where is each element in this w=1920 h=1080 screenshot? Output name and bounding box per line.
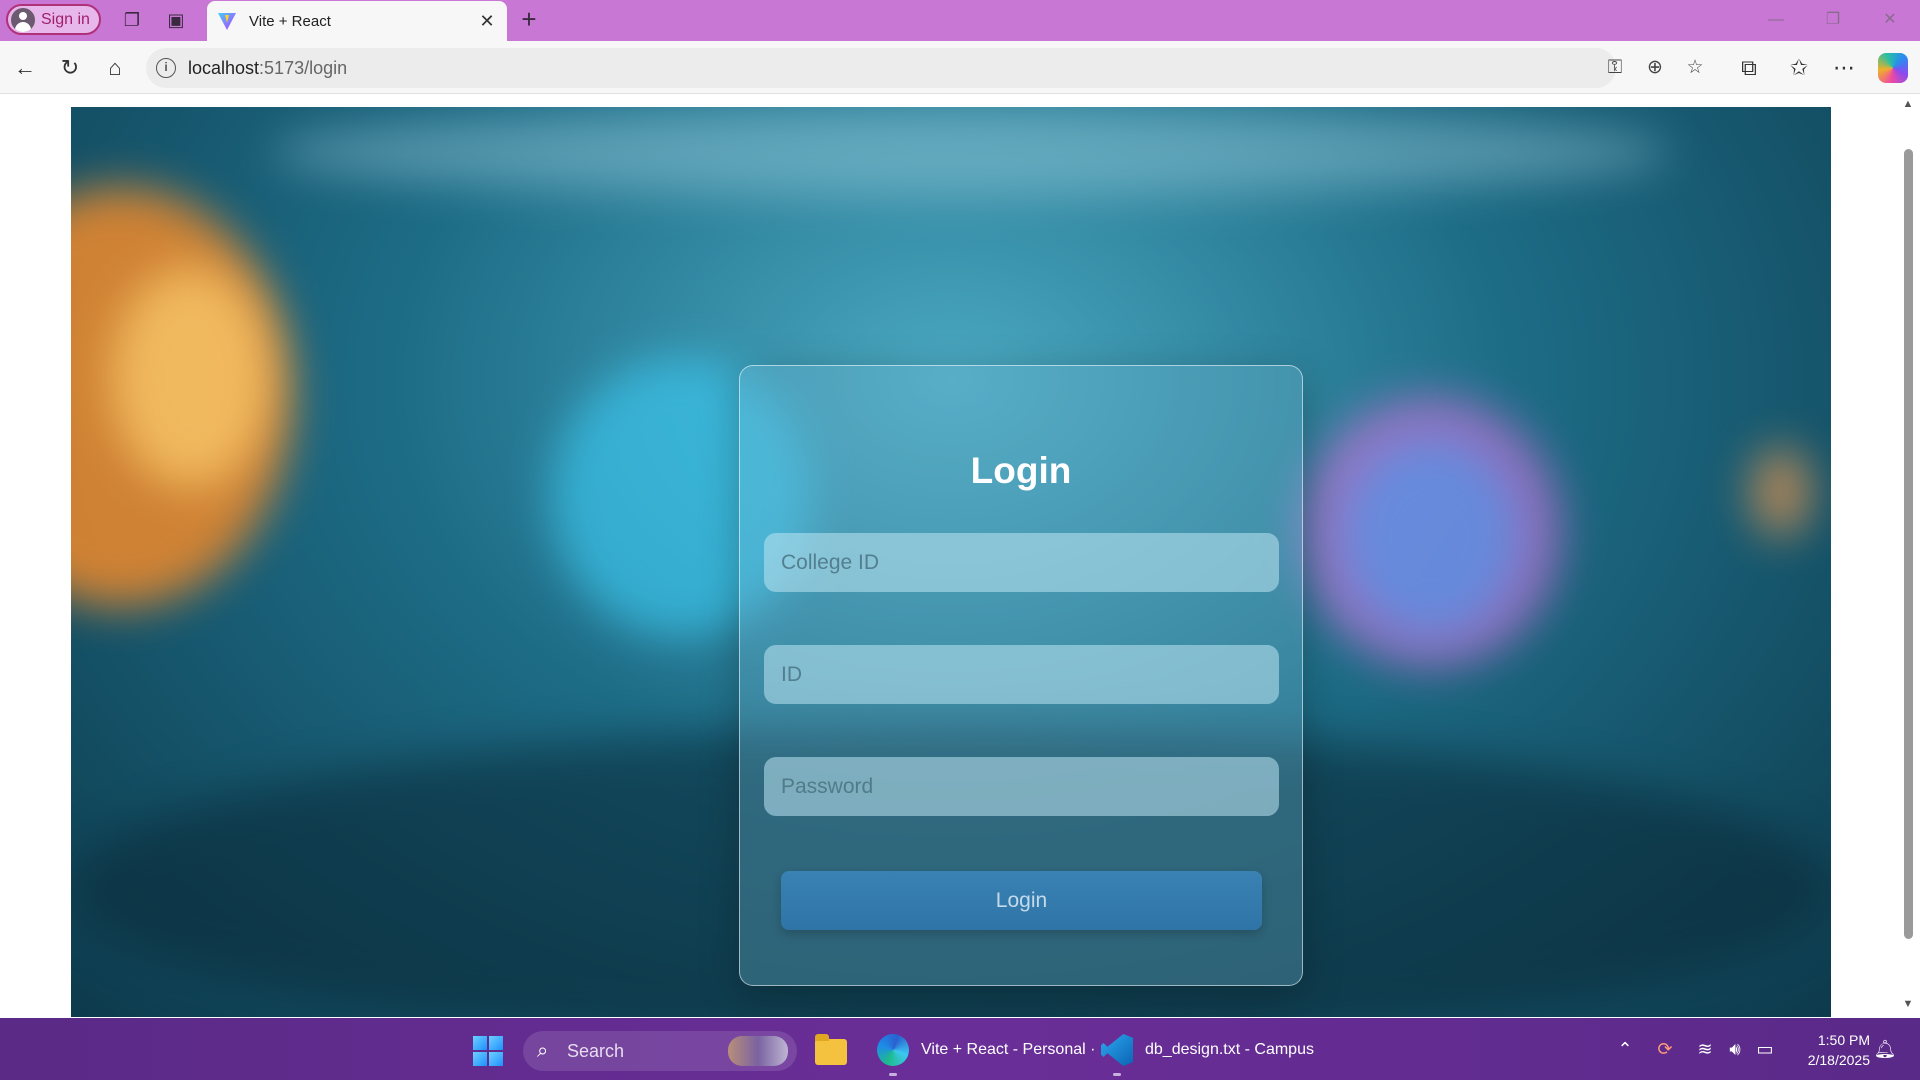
workspaces-icon[interactable]: ❐	[120, 8, 144, 32]
windows-start-icon[interactable]	[473, 1036, 503, 1066]
taskbar-file-explorer[interactable]	[815, 1030, 847, 1070]
page-viewport: Login Login ▲ ▼	[0, 94, 1920, 1018]
browser-toolbar: ← ↻ ⌂ i localhost:5173/login ⚿ ⊕ ☆ ⧉ ✩ ⋯	[0, 41, 1920, 94]
taskbar-app-label: Vite + React - Personal ·	[921, 1041, 1096, 1058]
taskbar-app-edge[interactable]: Vite + React - Personal ·	[877, 1030, 1096, 1076]
search-icon: ⌕	[537, 1040, 549, 1062]
taskbar-app-label: db_design.txt - Campus	[1145, 1041, 1314, 1058]
battery-icon[interactable]: ▭	[1752, 1036, 1778, 1062]
favorites-icon[interactable]: ✩	[1784, 53, 1814, 83]
taskbar: ⌕ Search Vite + React - Personal · db_de…	[0, 1018, 1920, 1080]
back-icon[interactable]: ←	[10, 53, 40, 83]
password-input[interactable]	[764, 757, 1279, 816]
refresh-icon[interactable]: ↻	[55, 53, 85, 83]
classroom-background-image: Login Login	[71, 107, 1831, 1017]
tab-title: Vite + React	[249, 12, 331, 30]
url-text[interactable]: localhost:5173/login	[188, 58, 347, 79]
taskbar-app-vscode[interactable]: db_design.txt - Campus	[1101, 1030, 1314, 1076]
profile-signin-button[interactable]: Sign in	[6, 4, 101, 35]
login-card: Login Login	[739, 365, 1303, 986]
taskbar-search-label: Search	[567, 1041, 625, 1061]
tab-actions-icon[interactable]: ▣	[164, 8, 188, 32]
vite-logo-icon	[218, 13, 236, 30]
id-input[interactable]	[764, 645, 1279, 704]
page-scrollbar[interactable]: ▲ ▼	[1896, 94, 1920, 1018]
taskbar-search[interactable]: ⌕ Search	[523, 1031, 797, 1071]
avatar-icon	[11, 7, 35, 32]
sync-icon[interactable]: ⟳	[1652, 1036, 1678, 1062]
restore-icon[interactable]: ❐	[1818, 8, 1848, 32]
taskbar-clock[interactable]: 1:50 PM 2/18/2025	[1790, 1030, 1870, 1070]
clock-time: 1:50 PM	[1817, 1032, 1870, 1048]
copilot-icon[interactable]	[1878, 53, 1908, 83]
site-info-icon[interactable]: i	[156, 58, 176, 78]
new-tab-button[interactable]: +	[515, 5, 543, 33]
tab-strip: Sign in ❐ ▣ Vite + React ✕ + — ❐ ✕	[0, 0, 1920, 41]
running-indicator	[1113, 1073, 1121, 1076]
scrollbar-thumb[interactable]	[1904, 149, 1913, 939]
more-menu-icon[interactable]: ⋯	[1829, 53, 1859, 83]
minimize-icon[interactable]: —	[1761, 8, 1791, 32]
favorite-star-icon[interactable]: ☆	[1682, 55, 1708, 81]
extensions-icon[interactable]: ⧉	[1734, 53, 1764, 83]
wifi-icon[interactable]: ≋	[1692, 1036, 1718, 1062]
volume-icon[interactable]: 🔊︎	[1722, 1036, 1748, 1062]
zoom-icon[interactable]: ⊕	[1642, 55, 1668, 81]
edge-browser-icon	[877, 1034, 909, 1066]
window-close-icon[interactable]: ✕	[1875, 8, 1905, 32]
file-explorer-icon	[815, 1034, 847, 1065]
search-highlight-image	[728, 1036, 788, 1066]
vscode-icon	[1101, 1034, 1133, 1066]
college-id-input[interactable]	[764, 533, 1279, 592]
password-key-icon[interactable]: ⚿	[1602, 55, 1628, 81]
scroll-down-icon[interactable]: ▼	[1902, 998, 1914, 1010]
tab-close-icon[interactable]: ✕	[477, 11, 497, 31]
scroll-up-icon[interactable]: ▲	[1902, 98, 1914, 110]
address-bar[interactable]: i localhost:5173/login ⚿ ⊕ ☆	[146, 48, 1704, 88]
url-host: localhost	[188, 58, 260, 78]
active-tab[interactable]: Vite + React ✕	[207, 1, 507, 41]
running-indicator	[889, 1073, 897, 1076]
url-path: :5173/login	[259, 58, 348, 78]
home-icon[interactable]: ⌂	[100, 53, 130, 83]
clock-date: 2/18/2025	[1807, 1052, 1870, 1068]
notification-bell-icon[interactable]: 🔔︎	[1872, 1036, 1898, 1062]
login-button[interactable]: Login	[781, 871, 1262, 930]
signin-label: Sign in	[41, 10, 90, 28]
login-heading: Login	[970, 450, 1072, 491]
show-hidden-icons-chevron-icon[interactable]: ⌃	[1612, 1036, 1638, 1062]
